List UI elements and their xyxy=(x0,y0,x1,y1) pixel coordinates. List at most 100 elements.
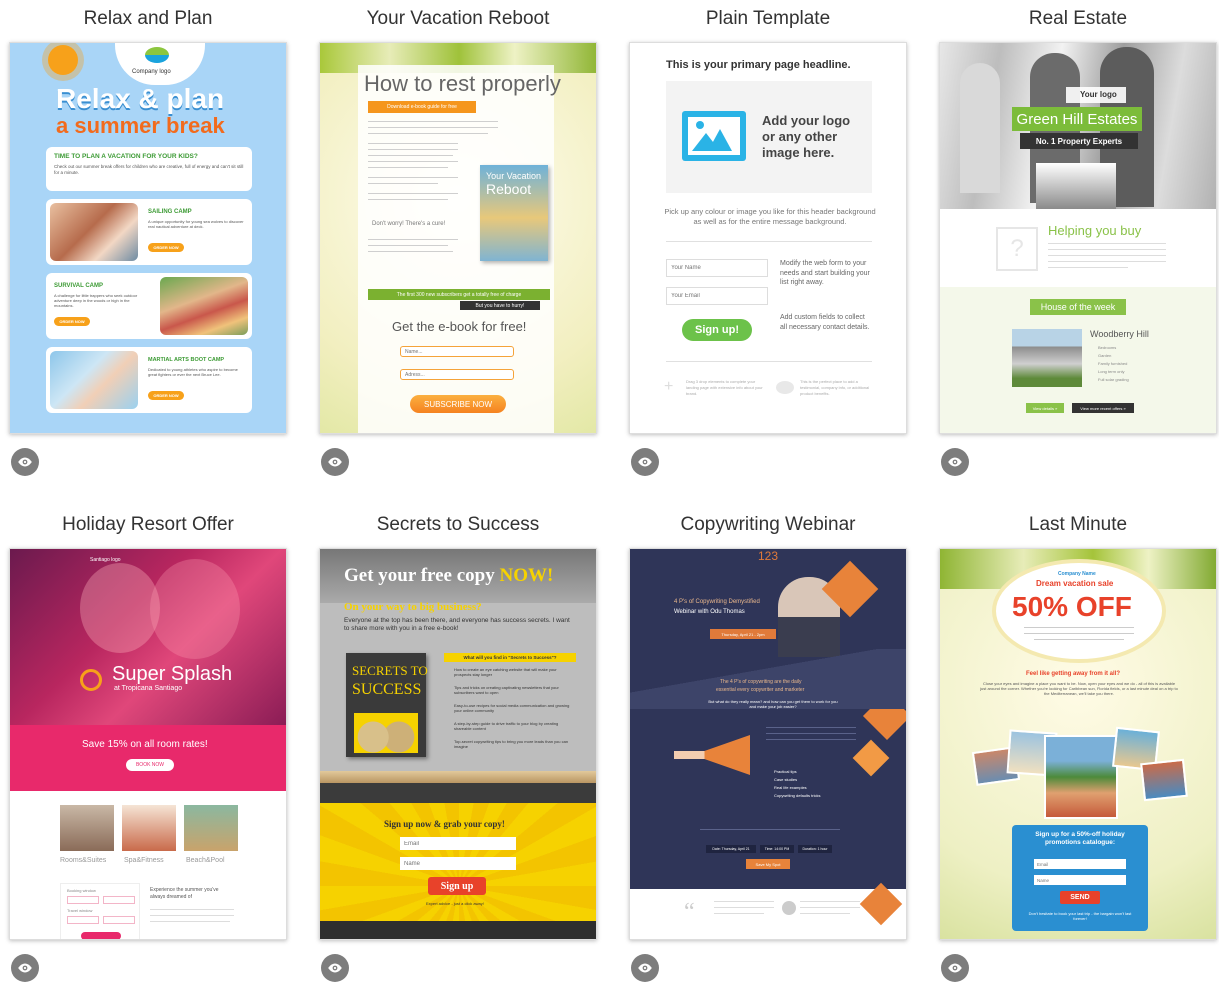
preview-button[interactable] xyxy=(941,954,969,982)
bottom-bar xyxy=(320,921,596,939)
name-input[interactable] xyxy=(666,259,768,277)
eye-icon xyxy=(18,963,32,973)
template-thumbnail[interactable]: Get your free copy NOW! On your way to b… xyxy=(319,548,597,940)
company-logo-text: Company logo xyxy=(132,69,171,75)
address-input[interactable] xyxy=(400,369,514,380)
sun-icon xyxy=(80,669,102,691)
experience-text: Experience the summer you've always drea… xyxy=(150,887,219,900)
email-input[interactable] xyxy=(666,287,768,305)
section-title: MARTIAL ARTS BOOT CAMP xyxy=(148,357,225,363)
house-of-week-banner: House of the week xyxy=(1030,299,1126,315)
book-title: Your Vacation xyxy=(486,171,542,181)
save-spot-button[interactable]: Save My Spot xyxy=(746,859,790,869)
date-item: Duration: 1 hour xyxy=(798,845,832,853)
category-label: Beach&Pool xyxy=(186,857,225,864)
view-details-button[interactable]: View details » xyxy=(1026,403,1064,413)
testimonial-area: “ xyxy=(630,882,906,939)
template-thumbnail[interactable]: Santiago logo Super Splash at Tropicana … xyxy=(9,548,287,940)
footnote: Expert advice - just a click away! xyxy=(426,901,484,906)
name-input[interactable] xyxy=(400,346,514,357)
preview-button[interactable] xyxy=(11,954,39,982)
feature-item: Long term only xyxy=(1098,369,1125,374)
book-title-2: SUCCESS xyxy=(352,681,422,698)
body-text: Close your eyes and imagine a place you … xyxy=(980,681,1178,696)
name-input[interactable] xyxy=(1034,875,1126,885)
signup-button[interactable]: Sign up xyxy=(428,877,486,895)
list-item: Easy-to-use recipes for social media com… xyxy=(454,703,570,713)
eye-icon xyxy=(328,963,342,973)
preview-button[interactable] xyxy=(631,448,659,476)
list-item: How to create an eye catching website th… xyxy=(454,667,557,677)
template-thumbnail[interactable]: Company logo Relax & plan a summer break… xyxy=(9,42,287,434)
preview-button[interactable] xyxy=(941,448,969,476)
feature-item: Full solar grading xyxy=(1098,377,1129,382)
headline-now: NOW! xyxy=(499,565,554,586)
person-1 xyxy=(960,63,1000,193)
martial-photo xyxy=(50,351,138,409)
eye-icon xyxy=(18,457,32,467)
property-name: Woodberry Hill xyxy=(1090,329,1149,339)
template-thumbnail[interactable]: Company Name Dream vacation sale 50% OFF… xyxy=(939,548,1217,940)
headline: Super Splash xyxy=(112,663,233,685)
template-thumbnail[interactable]: How to rest properly Download e-book gui… xyxy=(319,42,597,434)
signup-heading: Sign up now & grab your copy! xyxy=(384,819,505,829)
quote-icon: “ xyxy=(684,899,695,925)
feature-item: Family furnished xyxy=(1098,361,1128,366)
eye-icon xyxy=(638,963,652,973)
email-input[interactable] xyxy=(1034,859,1126,869)
section-title: SAILING CAMP xyxy=(148,209,192,215)
orange-shape xyxy=(852,739,890,777)
list-item: Top-secret copywriting tips to bring you… xyxy=(454,739,569,749)
template-thumbnail[interactable]: Your logo Green Hill Estates No. 1 Prope… xyxy=(939,42,1217,434)
eye-icon xyxy=(328,457,342,467)
preview-button[interactable] xyxy=(11,448,39,476)
feature-item: Bedrooms xyxy=(1098,345,1117,350)
subscribe-button[interactable]: SUBSCRIBE NOW xyxy=(410,395,506,413)
logo-text: Santiago logo xyxy=(90,557,121,563)
headline: How to rest properly xyxy=(364,71,561,96)
hero-photo xyxy=(10,549,286,725)
brand-banner: Green Hill Estates xyxy=(1012,107,1142,131)
view-offers-button[interactable]: View more recent offers » xyxy=(1072,403,1134,413)
headline-main: Get your free copy xyxy=(344,565,500,586)
template-title: Copywriting Webinar xyxy=(680,514,856,535)
offer-text: Save 15% on all room rates! xyxy=(82,739,208,750)
booking-label: Booking window xyxy=(67,888,96,893)
money-bags xyxy=(354,713,418,753)
sun-icon xyxy=(48,45,78,75)
preview-button[interactable] xyxy=(631,954,659,982)
company-name: Company Name xyxy=(1058,571,1096,577)
tagline-banner: No. 1 Property Experts xyxy=(1020,133,1138,149)
name-input[interactable] xyxy=(400,857,516,870)
footer-right: This is the perfect place to add a testi… xyxy=(800,379,870,396)
preview-button[interactable] xyxy=(321,954,349,982)
signup-button[interactable]: Sign up! xyxy=(682,319,752,341)
form-note: Modify the web form to your needs and st… xyxy=(780,260,870,286)
number: 123 xyxy=(758,549,779,563)
headline-sub: a summer break xyxy=(56,113,225,138)
order-button[interactable]: ORDER NOW xyxy=(148,243,184,252)
company-logo-icon xyxy=(145,47,169,63)
date-badge: Thursday, April 21 - 2pm xyxy=(710,629,776,639)
send-button[interactable]: SEND xyxy=(1060,891,1100,904)
template-thumbnail[interactable]: 123 4 P's of Copywriting Demystified Web… xyxy=(629,548,907,940)
middle-text: The 4 P's of copywriting are the daily xyxy=(720,679,802,685)
order-button[interactable]: ORDER NOW xyxy=(54,317,90,326)
intro-text: Check out our summer break offers for ch… xyxy=(54,164,244,175)
list-title: What will you find in "Secrets to Succes… xyxy=(444,653,576,662)
email-input[interactable] xyxy=(400,837,516,850)
book-now-button[interactable]: BOOK NOW xyxy=(126,759,174,771)
template-title: Secrets to Success xyxy=(376,514,540,535)
order-button[interactable]: ORDER NOW xyxy=(148,391,184,400)
preview-button[interactable] xyxy=(321,448,349,476)
orange-shape xyxy=(859,882,903,926)
offer-banner: The first 300 new subscribers get a tota… xyxy=(368,289,550,300)
sale-text: Dream vacation sale xyxy=(1036,579,1114,588)
template-title: Relax and Plan xyxy=(83,8,213,29)
book-title-2: Reboot xyxy=(486,181,532,197)
template-title: Holiday Resort Offer xyxy=(62,514,234,535)
section-martial-arts: MARTIAL ARTS BOOT CAMP Dedicated to youn… xyxy=(46,347,252,413)
logo-text: Add your logo or any other image here. xyxy=(762,113,851,160)
template-thumbnail[interactable]: This is your primary page headline. Add … xyxy=(629,42,907,434)
headline: Get your free copy NOW! xyxy=(344,565,553,587)
